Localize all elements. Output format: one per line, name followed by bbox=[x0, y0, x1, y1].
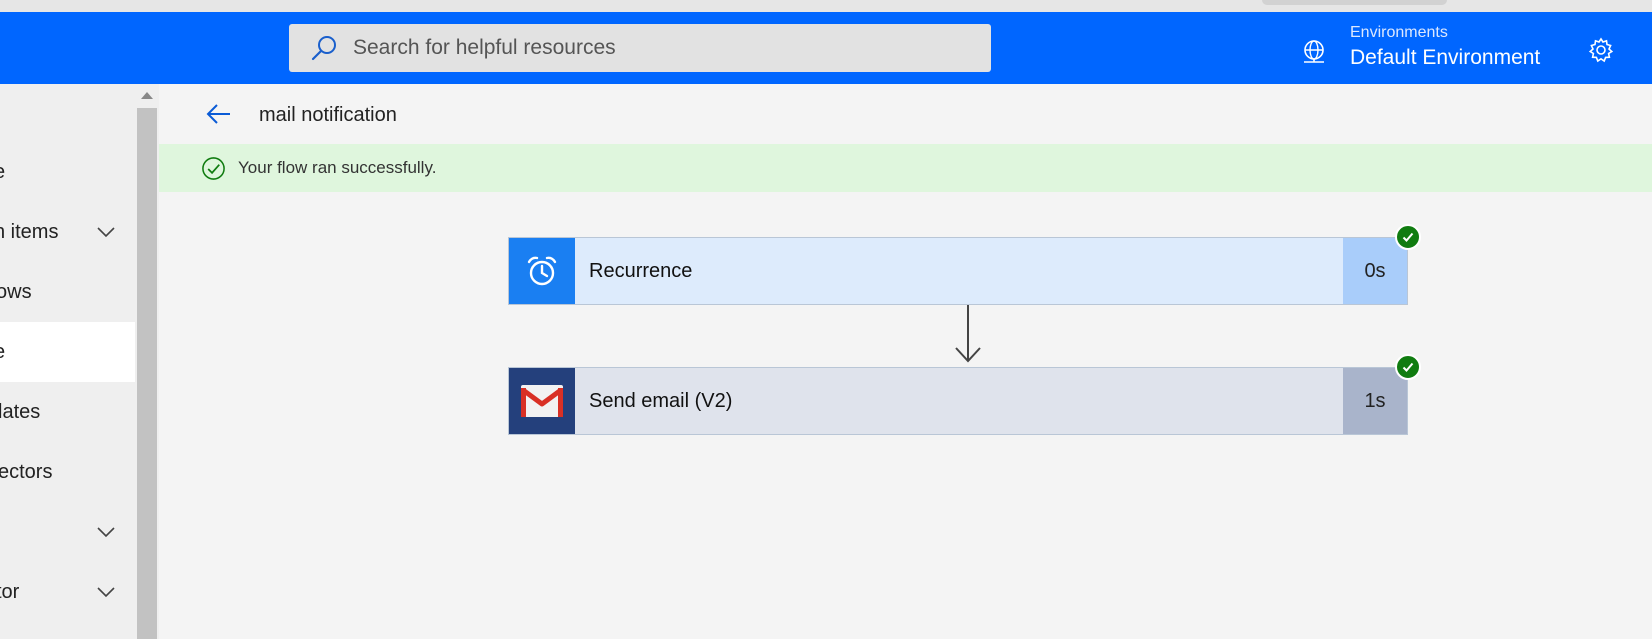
sidebar-item-label: tor bbox=[0, 580, 20, 603]
check-circle-icon bbox=[202, 156, 225, 180]
page-title: mail notification bbox=[259, 104, 397, 126]
sidebar-item-label: e bbox=[0, 341, 5, 364]
chevron-down-icon[interactable] bbox=[96, 526, 116, 538]
sidebar-item-7[interactable]: tor bbox=[0, 562, 135, 622]
success-message: Your flow ran successfully. bbox=[238, 158, 437, 177]
back-arrow-icon[interactable] bbox=[205, 100, 233, 128]
gear-icon[interactable] bbox=[1587, 36, 1615, 64]
environments-label: Environments bbox=[1350, 24, 1448, 41]
chevron-down-icon[interactable] bbox=[96, 586, 116, 598]
step-duration: 0s bbox=[1343, 238, 1407, 304]
sidebar-item-6[interactable] bbox=[0, 502, 135, 562]
step-name: Recurrence bbox=[589, 259, 693, 282]
browser-tab-edge bbox=[1262, 0, 1447, 5]
flow-step-send-email[interactable]: Send email (V2) 1s bbox=[508, 367, 1408, 435]
scrollbar-thumb[interactable] bbox=[137, 108, 157, 639]
success-check-icon bbox=[1395, 224, 1421, 250]
alarm-clock-icon bbox=[527, 256, 557, 286]
sidebar-item-label: lates bbox=[0, 400, 41, 423]
search-box[interactable] bbox=[289, 24, 991, 72]
down-arrow-connector-icon bbox=[955, 305, 981, 363]
browser-top-strip bbox=[0, 0, 1652, 12]
sidebar-item-label: e bbox=[0, 161, 5, 184]
sidebar-item-2[interactable]: ows bbox=[0, 262, 135, 322]
sidebar-item-3-selected[interactable]: e bbox=[0, 322, 135, 382]
success-banner: Your flow ran successfully. bbox=[159, 144, 1652, 192]
flow-step-recurrence[interactable]: Recurrence 0s bbox=[508, 237, 1408, 305]
chevron-down-icon[interactable] bbox=[96, 226, 116, 238]
left-nav-sidebar: e n items ows e lates ectors tor bbox=[0, 84, 135, 639]
sidebar-item-label: n items bbox=[0, 220, 59, 243]
sidebar-item-4[interactable]: lates bbox=[0, 382, 135, 442]
environment-selector[interactable]: Default Environment bbox=[1350, 46, 1540, 70]
step-icon-box bbox=[509, 238, 575, 304]
sidebar-item-5[interactable]: ectors bbox=[0, 442, 135, 502]
top-header-bar: Environments Default Environment bbox=[0, 12, 1652, 84]
step-icon-box bbox=[509, 368, 575, 434]
sidebar-scrollbar[interactable] bbox=[135, 84, 159, 639]
scroll-up-arrow-icon[interactable] bbox=[141, 92, 153, 99]
search-icon bbox=[311, 36, 336, 61]
step-duration: 1s bbox=[1343, 368, 1407, 434]
gmail-icon bbox=[521, 385, 563, 417]
sidebar-item-label: ectors bbox=[0, 460, 53, 483]
success-check-icon bbox=[1395, 354, 1421, 380]
search-input[interactable] bbox=[353, 36, 953, 60]
sidebar-item-label: ows bbox=[0, 280, 32, 303]
flow-run-view: mail notification Your flow ran successf… bbox=[159, 84, 1652, 639]
step-name: Send email (V2) bbox=[589, 389, 733, 412]
sidebar-item-0[interactable]: e bbox=[0, 142, 135, 202]
globe-environment-icon bbox=[1304, 40, 1324, 63]
sidebar-item-1[interactable]: n items bbox=[0, 202, 135, 262]
